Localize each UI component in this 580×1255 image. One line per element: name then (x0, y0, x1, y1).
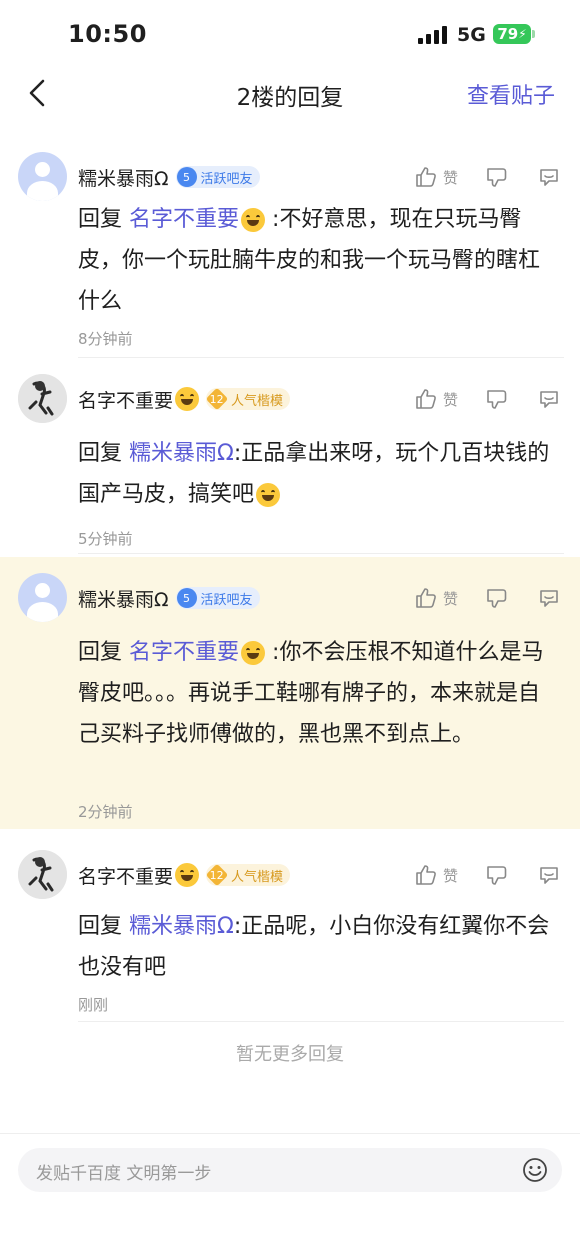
battery-icon: 79 ⚡ (493, 24, 531, 44)
reply-content: 回复 糯米暴雨Ω:正品呢，小白你没有红翼你不会也没有吧 (78, 906, 560, 988)
mention-link[interactable]: 名字不重要 (129, 207, 239, 232)
divider (0, 1133, 580, 1134)
level-badge: 12 人气楷模 (205, 387, 291, 411)
avatar[interactable] (18, 573, 67, 622)
username[interactable]: 名字不重要 (78, 386, 173, 413)
thumbs-up-icon (416, 389, 436, 409)
battery-tip (532, 30, 535, 38)
reply-item-highlighted: 糯米暴雨Ω 5 活跃吧友 赞 回复 名字不重要 :你不会压根不知道什么是马臀皮吧。… (0, 557, 580, 829)
mention-link[interactable]: 名字不重要 (129, 640, 239, 665)
divider (78, 553, 564, 554)
comment-icon[interactable] (538, 166, 560, 188)
badge-label: 活跃吧友 (200, 592, 253, 608)
network-type: 5G (457, 24, 486, 46)
username[interactable]: 糯米暴雨Ω (78, 585, 169, 612)
avatar[interactable] (18, 850, 67, 899)
view-post-link[interactable]: 查看贴子 (467, 78, 555, 110)
thumbs-up-icon (416, 588, 436, 608)
reply-item: 名字不重要 12 人气楷模 赞 回复 糯米暴雨Ω:正品拿出来呀，玩个几百块钱的国产… (0, 358, 580, 554)
badge-level: 12 (210, 392, 225, 406)
reply-item: 糯米暴雨Ω 5 活跃吧友 赞 回复 名字不重要 :不好意思，现在只玩马臀皮，你一个… (0, 136, 580, 358)
reply-user: 名字不重要 12 人气楷模 (78, 862, 291, 889)
reply-actions: 赞 (415, 585, 560, 611)
no-more-replies: 暂无更多回复 (236, 1044, 344, 1065)
smile-emoji (256, 483, 281, 507)
badge-label: 人气楷模 (231, 393, 284, 409)
status-bar: 10:50 5G 79 ⚡ (0, 0, 580, 68)
emoji-picker-icon[interactable] (522, 1157, 548, 1183)
mention-link[interactable]: 糯米暴雨Ω (129, 441, 234, 466)
signal-icon (418, 26, 448, 44)
reply-actions: 赞 (415, 862, 560, 888)
level-badge: 5 活跃吧友 (175, 166, 260, 188)
comment-icon[interactable] (538, 587, 560, 609)
like-button[interactable]: 赞 (415, 166, 458, 188)
badge-label: 活跃吧友 (200, 171, 253, 187)
avatar[interactable] (18, 152, 67, 201)
home-indicator-area (0, 1233, 580, 1255)
username[interactable]: 名字不重要 (78, 862, 173, 889)
reply-prefix: 回复 (78, 441, 123, 466)
thumbs-down-icon[interactable] (486, 388, 508, 410)
badge-level-box: 12 (205, 863, 229, 887)
reply-actions: 赞 (415, 386, 560, 412)
thumbs-down-icon[interactable] (486, 166, 508, 188)
input-placeholder: 发贴千百度 文明第一步 (36, 1164, 212, 1184)
reply-input[interactable]: 发贴千百度 文明第一步 (18, 1148, 562, 1192)
reply-prefix: 回复 (78, 640, 123, 665)
reply-content: 回复 名字不重要 :你不会压根不知道什么是马臀皮吧。。。再说手工鞋哪有牌子的，本… (78, 632, 560, 755)
divider (78, 1021, 564, 1022)
like-button[interactable]: 赞 (415, 864, 458, 886)
like-label: 赞 (442, 589, 458, 608)
reply-prefix: 回复 (78, 914, 123, 939)
badge-label: 人气楷模 (231, 869, 284, 885)
level-badge: 5 活跃吧友 (175, 587, 260, 609)
thumbs-down-icon[interactable] (486, 864, 508, 886)
grin-emoji (241, 641, 266, 665)
reply-time: 5分钟前 (78, 530, 133, 548)
reply-content: 回复 糯米暴雨Ω:正品拿出来呀，玩个几百块钱的国产马皮，搞笑吧 (78, 433, 560, 515)
reply-time: 8分钟前 (78, 330, 133, 348)
status-time: 10:50 (68, 20, 147, 48)
grin-emoji (175, 863, 200, 887)
grin-emoji (241, 208, 266, 232)
reply-user: 糯米暴雨Ω 5 活跃吧友 (78, 585, 260, 612)
badge-level-box: 12 (205, 387, 229, 411)
level-badge: 12 人气楷模 (205, 863, 291, 887)
avatar[interactable] (18, 374, 67, 423)
like-label: 赞 (442, 390, 458, 409)
badge-level: 5 (176, 167, 197, 187)
reply-user: 糯米暴雨Ω 5 活跃吧友 (78, 164, 260, 191)
reply-time: 刚刚 (78, 996, 109, 1014)
like-button[interactable]: 赞 (415, 388, 458, 410)
comment-icon[interactable] (538, 388, 560, 410)
reply-time: 2分钟前 (78, 803, 133, 821)
reply-prefix: 回复 (78, 207, 123, 232)
grin-emoji (175, 387, 200, 411)
like-label: 赞 (442, 866, 458, 885)
thumbs-up-icon (416, 167, 436, 187)
reply-actions: 赞 (415, 164, 560, 190)
reply-content: 回复 名字不重要 :不好意思，现在只玩马臀皮，你一个玩肚腩牛皮的和我一个玩马臀的… (78, 199, 560, 322)
battery-level: 79 (497, 25, 519, 43)
reply-item: 名字不重要 12 人气楷模 赞 回复 糯米暴雨Ω:正品呢，小白你没有红翼你不会也没… (0, 834, 580, 1024)
mention-link[interactable]: 糯米暴雨Ω (129, 914, 234, 939)
username[interactable]: 糯米暴雨Ω (78, 164, 169, 191)
nav-bar: 2楼的回复 查看贴子 (0, 68, 580, 120)
thumbs-down-icon[interactable] (486, 587, 508, 609)
like-label: 赞 (442, 168, 458, 187)
badge-level: 12 (210, 868, 225, 882)
badge-level: 5 (176, 588, 197, 608)
comment-icon[interactable] (538, 864, 560, 886)
reply-user: 名字不重要 12 人气楷模 (78, 386, 291, 413)
thumbs-up-icon (416, 865, 436, 885)
like-button[interactable]: 赞 (415, 587, 458, 609)
